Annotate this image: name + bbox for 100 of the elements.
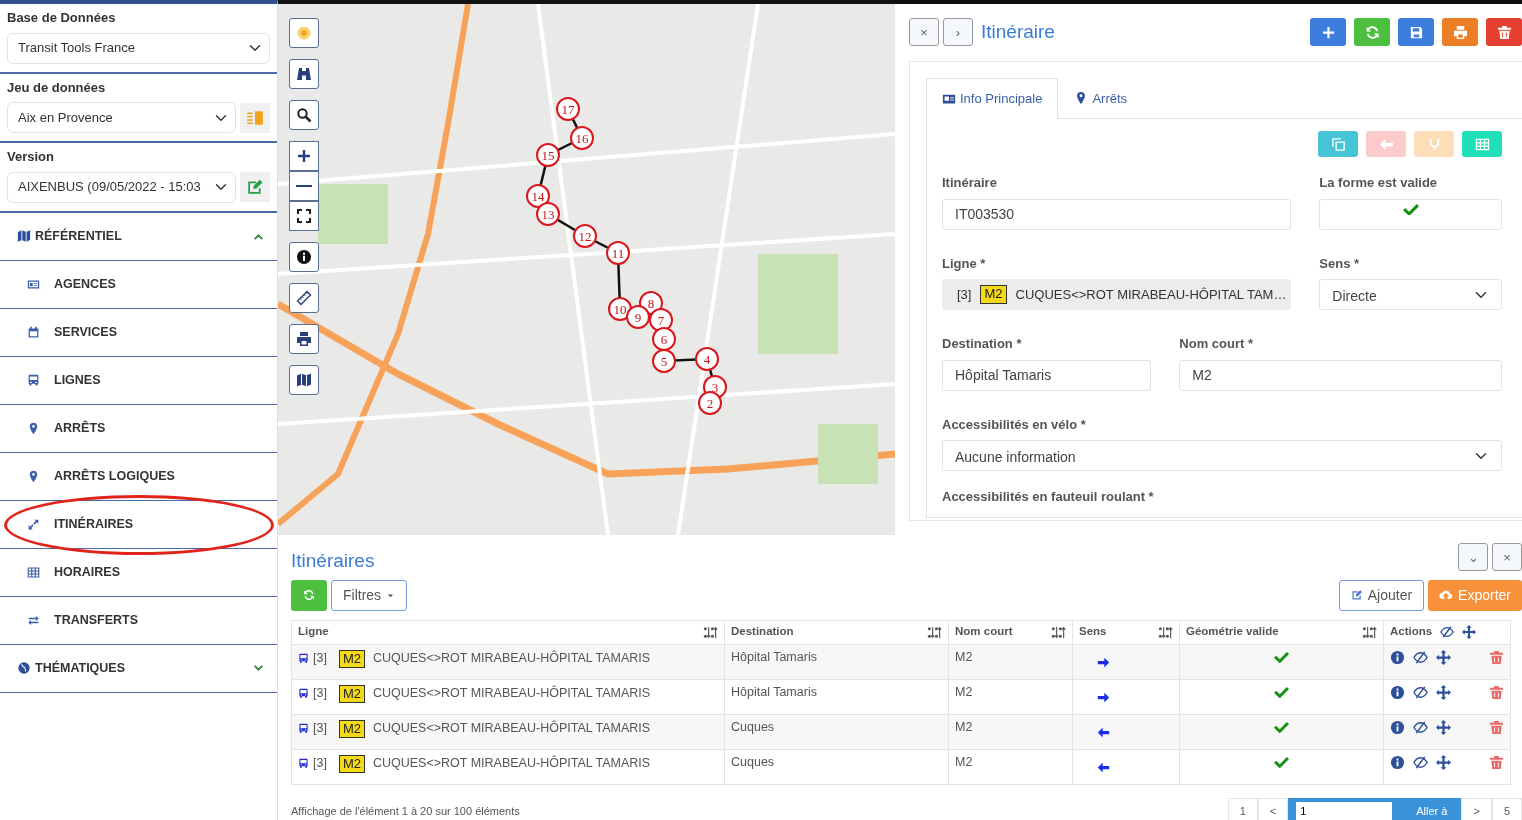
select-field[interactable]: Aucune information <box>942 440 1502 471</box>
delete-button[interactable] <box>1486 18 1522 47</box>
move-icon[interactable] <box>1436 754 1451 770</box>
table-cell: M2 <box>948 679 1073 714</box>
menu-item[interactable]: ARRÊTS <box>0 404 277 453</box>
edit-version-button[interactable] <box>240 172 270 202</box>
binoculars-button[interactable] <box>289 59 319 89</box>
line-badge: M2 <box>338 649 365 669</box>
trash-icon[interactable] <box>1489 684 1504 700</box>
sort-icon[interactable] <box>1362 624 1377 640</box>
move-icon[interactable] <box>1462 625 1477 639</box>
line-number: [3] <box>313 756 327 772</box>
print-button[interactable] <box>289 324 319 354</box>
ruler-icon <box>296 290 312 306</box>
field-label: Jeu de données <box>7 78 107 97</box>
field-label: Accessibilités en vélo * <box>942 415 1087 434</box>
line-badge: M2 <box>338 684 365 704</box>
map-icon <box>17 229 31 243</box>
line-select[interactable]: [3] M2 CUQUES<>ROT MIRABEAU-HÔPITAL TAM… <box>942 279 1292 310</box>
pin-icon <box>27 469 40 483</box>
tab[interactable]: Arrêts <box>1058 77 1144 118</box>
table-cell: Cuques <box>724 714 949 749</box>
menu-section[interactable]: RÉFÉRENTIEL <box>0 212 277 261</box>
section-title: Itinéraires <box>291 549 375 573</box>
close-button[interactable]: × <box>1492 543 1522 571</box>
line-number: [3] <box>313 686 327 702</box>
page-input[interactable]: 1 <box>1296 801 1393 820</box>
field-label: Itinéraire <box>942 174 998 192</box>
menu-item[interactable]: LIGNES <box>0 356 277 405</box>
move-icon[interactable] <box>1436 649 1451 665</box>
previous-button[interactable]: < <box>1257 797 1289 820</box>
select-field[interactable]: Aix en Provence <box>7 102 236 133</box>
eye-slash-icon[interactable] <box>1413 684 1428 700</box>
column-header[interactable]: Ligne <box>298 623 329 641</box>
move-icon[interactable] <box>1436 719 1451 735</box>
line-name: CUQUES<>ROT MIRABEAU-HÔPITAL TAMARIS <box>372 721 651 737</box>
tab[interactable]: Info Principale <box>926 77 1059 119</box>
move-icon[interactable] <box>1436 684 1451 700</box>
page-button[interactable]: 1 <box>1227 797 1258 820</box>
info-icon[interactable] <box>1390 754 1405 770</box>
close-button[interactable]: × <box>909 18 939 47</box>
menu-item-label: ARRÊTS LOGIQUES <box>54 467 175 485</box>
zoom-in-button[interactable] <box>289 141 319 171</box>
eye-slash-icon[interactable] <box>1440 625 1455 639</box>
info-icon[interactable] <box>1390 649 1405 665</box>
input-field[interactable]: Hôpital Tamaris <box>942 359 1152 391</box>
sort-icon[interactable] <box>1051 624 1066 640</box>
input-field[interactable]: IT003530 <box>942 198 1292 230</box>
select-field[interactable]: Directe <box>1319 279 1502 310</box>
eye-slash-icon[interactable] <box>1413 719 1428 735</box>
input-field[interactable]: M2 <box>1179 359 1502 391</box>
zoom-out-button[interactable] <box>289 171 319 201</box>
menu-item[interactable]: ITINÉRAIRES <box>0 500 277 549</box>
globe-icon <box>17 661 31 675</box>
column-header[interactable]: Sens <box>1079 623 1107 641</box>
measure-button[interactable] <box>289 283 319 313</box>
trash-icon <box>1496 24 1512 40</box>
field-label: Nom court * <box>1179 335 1254 353</box>
fullscreen-button[interactable] <box>289 201 319 231</box>
menu-item[interactable]: TRANSFERTS <box>0 596 277 645</box>
eye-slash-icon[interactable] <box>1413 649 1428 665</box>
edit-icon <box>246 178 264 196</box>
line-badge: M2 <box>338 719 365 739</box>
filters-dropdown[interactable]: Filtres <box>331 579 408 611</box>
menu-item[interactable]: ARRÊTS LOGIQUES <box>0 452 277 501</box>
collapse-button[interactable]: ⌄ <box>1458 543 1488 571</box>
info-icon[interactable] <box>1390 684 1405 700</box>
save-button[interactable] <box>1398 18 1434 47</box>
eye-slash-icon[interactable] <box>1413 754 1428 770</box>
sort-icon[interactable] <box>1158 624 1173 640</box>
menu-item-label: LIGNES <box>54 371 101 389</box>
table-cell: M2 <box>948 644 1073 679</box>
search-button[interactable] <box>289 100 319 130</box>
next-button[interactable]: › <box>943 18 973 47</box>
add-button[interactable]: Ajouter <box>1338 579 1425 611</box>
map-layers-button[interactable] <box>289 365 319 395</box>
trash-icon[interactable] <box>1489 754 1504 770</box>
info-icon[interactable] <box>1390 719 1405 735</box>
trash-icon[interactable] <box>1489 649 1504 665</box>
cloud-upload-icon <box>1439 588 1454 602</box>
info-button[interactable] <box>289 242 319 272</box>
select-field[interactable]: AIXENBUS (09/05/2022 - 15:03 <box>7 171 236 203</box>
select-field[interactable]: Transit Tools France <box>7 32 270 64</box>
menu-item[interactable]: AGENCES <box>0 260 277 309</box>
bus-icon <box>298 723 309 735</box>
menu-item[interactable]: HORAIRES <box>0 548 277 597</box>
line-name: CUQUES<>ROT MIRABEAU-HÔPITAL TAMARIS <box>372 686 651 702</box>
sort-icon[interactable] <box>927 624 942 640</box>
edit-icon <box>1350 589 1363 601</box>
add-button[interactable] <box>1310 18 1346 47</box>
page-button[interactable]: 5 <box>1491 797 1522 820</box>
sort-icon[interactable] <box>703 624 718 640</box>
bus-icon <box>298 688 309 700</box>
locate-button[interactable] <box>289 18 319 48</box>
menu-item[interactable]: SERVICES <box>0 308 277 357</box>
menu-section[interactable]: THÉMATIQUES <box>0 644 277 693</box>
next-button[interactable]: > <box>1461 797 1492 820</box>
summary-text: Affichage de l'élément 1 à 20 sur 100 éléments <box>291 803 520 819</box>
trash-icon[interactable] <box>1489 719 1504 735</box>
table-cell: Hôpital Tamaris <box>724 644 949 679</box>
